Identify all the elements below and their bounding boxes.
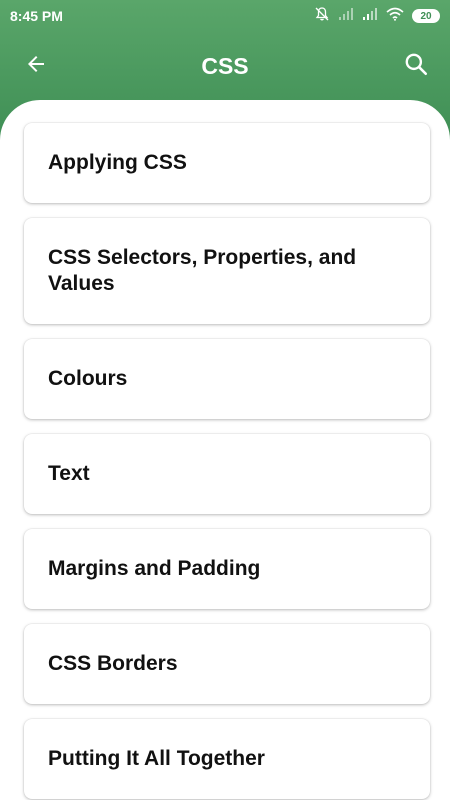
topic-card[interactable]: Applying CSS <box>24 123 430 203</box>
topic-card[interactable]: Colours <box>24 339 430 419</box>
status-time: 8:45 PM <box>10 8 63 24</box>
topic-card[interactable]: Margins and Padding <box>24 529 430 609</box>
search-icon <box>403 51 429 82</box>
topic-label: Text <box>48 462 90 485</box>
notifications-off-icon <box>314 6 330 27</box>
signal-icon <box>362 7 378 26</box>
topic-label: Applying CSS <box>48 151 187 174</box>
app-bar: CSS <box>0 38 450 94</box>
topic-label: CSS Selectors, Properties, and Values <box>48 246 357 295</box>
status-icons: 20 <box>314 6 440 27</box>
back-button[interactable] <box>8 38 64 94</box>
signal-icon <box>338 7 354 26</box>
topic-label: Colours <box>48 367 128 390</box>
search-button[interactable] <box>388 38 444 94</box>
topic-label: CSS Borders <box>48 652 178 675</box>
topic-card[interactable]: Text <box>24 434 430 514</box>
battery-icon: 20 <box>412 9 440 23</box>
status-bar: 8:45 PM 20 <box>0 0 450 32</box>
arrow-back-icon <box>24 52 48 81</box>
topic-label: Putting It All Together <box>48 747 265 770</box>
wifi-icon <box>386 7 404 26</box>
topic-card[interactable]: Putting It All Together <box>24 719 430 799</box>
page-title: CSS <box>201 52 249 79</box>
topic-card[interactable]: CSS Borders <box>24 624 430 704</box>
topic-card[interactable]: CSS Selectors, Properties, and Values <box>24 218 430 324</box>
topic-list: Applying CSS CSS Selectors, Properties, … <box>24 123 430 800</box>
screen: 8:45 PM 20 CSS Applying CSS CSS Selector… <box>0 0 450 800</box>
topic-label: Margins and Padding <box>48 557 261 580</box>
